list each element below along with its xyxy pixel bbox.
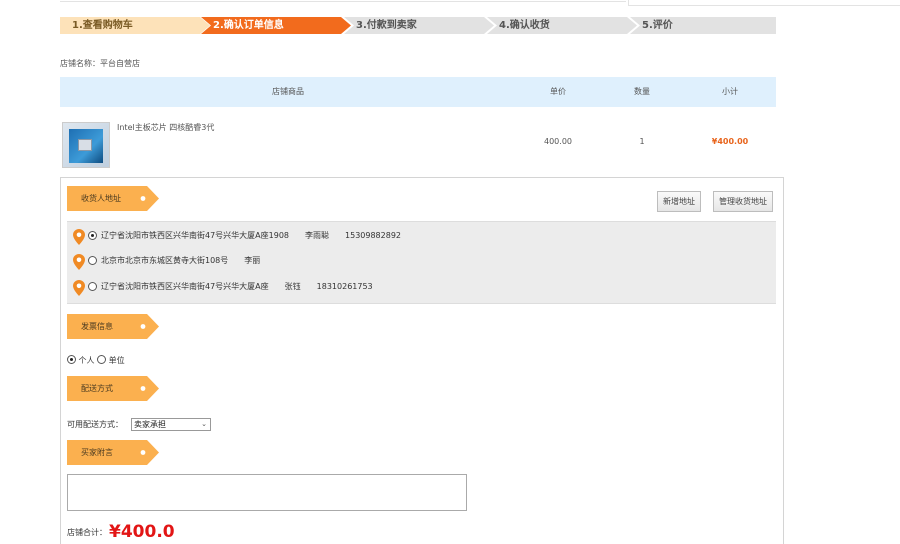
address-text: 辽宁省沈阳市铁西区兴华南街47号兴华大厦A座1908 李雨聪 153098828… [101,231,401,240]
top-border-right [628,0,900,6]
section-title: 收货人地址 [81,194,121,203]
invoice-personal-label: 个人 [78,356,95,365]
shipping-label: 可用配送方式： [67,420,123,429]
step-confirm-receipt: 4.确认收货 [487,17,637,34]
shipping-selected-value: 卖家承担 [134,420,166,429]
address-text: 辽宁省沈阳市铁西区兴华南街47号兴华大厦A座 张钰 18310261753 [101,282,373,291]
step-view-cart: 1.查看购物车 [60,17,210,34]
invoice-company-radio[interactable] [97,355,107,364]
col-qty: 数量 [634,87,650,96]
order-table-header: 店铺商品 单价 数量 小计 [60,77,776,107]
product-name-link[interactable]: Intel主板芯片 四核酷睿3代 [117,122,214,133]
chip-icon [78,139,92,151]
checkout-steps: 1.查看购物车 2.确认订单信息 3.付款到卖家 4.确认收货 5.评价 [60,17,776,34]
top-border [0,0,900,6]
map-pin-icon [73,280,85,296]
section-tag-shipping: 配送方式 [67,376,159,401]
address-radio[interactable] [88,231,97,240]
store-total-amount: ¥400.0 [109,522,175,542]
top-border-left [60,0,626,2]
order-details-panel: 收货人地址 新增地址 管理收货地址 辽宁省沈阳市铁西区兴华南街47号兴华大厦A座… [60,177,784,544]
section-tag-memo: 买家附言 [67,440,159,465]
address-text: 北京市北京市东城区黄寺大街108号 李丽 [101,256,261,265]
buyer-memo-textarea[interactable] [67,474,467,511]
product-subtotal: ¥400.00 [711,137,749,146]
step-label: 2.确认订单信息 [213,20,284,31]
section-title: 配送方式 [81,384,113,393]
step-label: 1.查看购物车 [72,20,133,31]
col-goods: 店铺商品 [272,87,304,96]
step-label: 3.付款到卖家 [356,20,417,31]
map-pin-icon [73,254,85,270]
table-row: Intel主板芯片 四核酷睿3代 400.00 1 ¥400.00 [60,107,776,177]
address-radio[interactable] [88,282,97,291]
section-tag-address: 收货人地址 [67,186,159,211]
col-price: 单价 [550,87,566,96]
chevron-down-icon: ⌄ [201,420,207,428]
address-list: 辽宁省沈阳市铁西区兴华南街47号兴华大厦A座1908 李雨聪 153098828… [67,221,776,304]
step-pay-seller: 3.付款到卖家 [344,17,494,34]
invoice-personal-radio[interactable] [67,355,76,364]
store-name: 店铺名称：平台自营店 [60,59,140,68]
address-radio[interactable] [88,256,97,265]
add-address-button[interactable]: 新增地址 [657,191,701,212]
product-price: 400.00 [544,137,572,146]
shipping-method-select[interactable]: 卖家承担 ⌄ [131,418,211,431]
store-total-label: 店铺合计： [67,528,107,537]
col-subtotal: 小计 [722,87,738,96]
section-title: 发票信息 [81,322,113,331]
step-confirm-order: 2.确认订单信息 [201,17,351,34]
map-pin-icon [73,229,85,245]
section-title: 买家附言 [81,448,113,457]
invoice-type-group: 个人 单位 [67,354,125,368]
invoice-company-label: 单位 [108,356,125,365]
step-review: 5.评价 [630,17,776,34]
step-label: 5.评价 [642,20,673,31]
section-tag-invoice: 发票信息 [67,314,159,339]
step-label: 4.确认收货 [499,20,550,31]
store-total: 店铺合计： ¥400.0 [67,520,175,542]
manage-address-button[interactable]: 管理收货地址 [713,191,773,212]
product-quantity: 1 [639,137,645,146]
product-thumbnail[interactable] [62,122,110,168]
